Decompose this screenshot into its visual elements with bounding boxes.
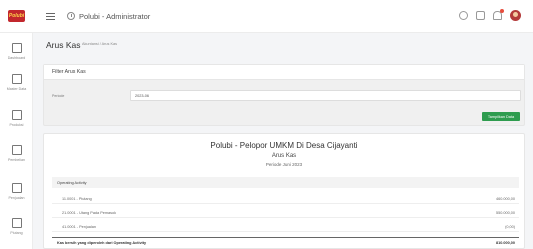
show-data-button[interactable]: Tampilkan Data	[482, 112, 520, 121]
app-title: Polubi - Administrator	[79, 11, 151, 21]
sidebar-item-penjualan[interactable]: Penjualan	[0, 183, 33, 200]
logo-container[interactable]: Polubi	[0, 0, 33, 33]
notification-bell-icon[interactable]	[493, 9, 504, 20]
breadcrumb[interactable]: Akuntansi / Arus Kas	[82, 42, 117, 46]
app-title-group: Polubi - Administrator	[67, 12, 150, 21]
report-period: Periode Juni 2023	[265, 162, 303, 167]
sidebar-item-label: Dashboard	[7, 56, 26, 60]
section-header: Operating Activity	[52, 177, 519, 188]
production-icon	[11, 110, 22, 120]
sidebar-item-master-data[interactable]: Master Data	[0, 74, 33, 91]
row-label: 41.0001 - Penjualan	[62, 224, 96, 229]
menu-toggle-icon[interactable]	[46, 12, 55, 20]
page-title: Arus Kas	[46, 40, 81, 50]
filter-title: Filter Arus Kas	[44, 65, 524, 80]
receivable-icon	[11, 218, 22, 228]
sidebar-item-produksi[interactable]: Produksi	[0, 110, 33, 127]
table-row: 21.0001 - Utang Pada Pemasok 550.000,00	[52, 208, 519, 218]
row-value: (0,00)	[505, 224, 515, 229]
row-label: 21.0001 - Utang Pada Pemasok	[62, 210, 117, 215]
row-label: 11.0001 - Piutang	[62, 196, 92, 201]
sidebar-item-label: Master Data	[6, 87, 27, 91]
row-value: 460.000,00	[495, 196, 515, 201]
topbar: Polubi Polubi - Administrator	[0, 0, 533, 33]
fullscreen-icon[interactable]	[476, 11, 485, 20]
purchase-icon	[11, 145, 22, 155]
filter-card: Filter Arus Kas Periode 2023-06 Tampilka…	[43, 64, 525, 126]
table-row: 41.0001 - Penjualan (0,00)	[52, 222, 519, 232]
period-input[interactable]: 2023-06	[130, 90, 521, 101]
sidebar: Dashboard Master Data Produksi Pembelian…	[0, 33, 33, 249]
avatar[interactable]	[510, 10, 521, 21]
total-row: Kas bersih yang diperoleh dari Operating…	[52, 237, 519, 247]
topbar-actions	[459, 9, 521, 21]
sidebar-item-pembelian[interactable]: Pembelian	[0, 145, 33, 162]
total-label: Kas bersih yang diperoleh dari Operating…	[57, 240, 147, 245]
cash-flow-report: Polubi - Pelopor UMKM Di Desa Cijayanti …	[43, 133, 525, 249]
logo: Polubi	[8, 10, 25, 22]
notification-badge	[500, 9, 504, 13]
dashboard-icon	[11, 43, 22, 53]
report-subtitle: Arus Kas	[271, 153, 297, 159]
sidebar-item-dashboard[interactable]: Dashboard	[0, 43, 33, 60]
sidebar-item-label: Pembelian	[8, 158, 25, 162]
total-value: 810.000,00	[495, 240, 515, 245]
clock-icon	[67, 12, 75, 20]
period-label: Periode	[52, 94, 65, 98]
report-title: Polubi - Pelopor UMKM Di Desa Cijayanti	[210, 141, 358, 150]
row-value: 550.000,00	[495, 210, 515, 215]
sidebar-item-label: Piutang	[10, 231, 23, 235]
table-row: 11.0001 - Piutang 460.000,00	[52, 194, 519, 204]
cart-icon	[11, 183, 22, 193]
sidebar-item-label: Penjualan	[8, 196, 25, 200]
sidebar-item-label: Produksi	[9, 123, 24, 127]
settings-icon[interactable]	[459, 11, 468, 20]
sidebar-item-piutang[interactable]: Piutang	[0, 218, 33, 235]
master-data-icon	[11, 74, 22, 84]
